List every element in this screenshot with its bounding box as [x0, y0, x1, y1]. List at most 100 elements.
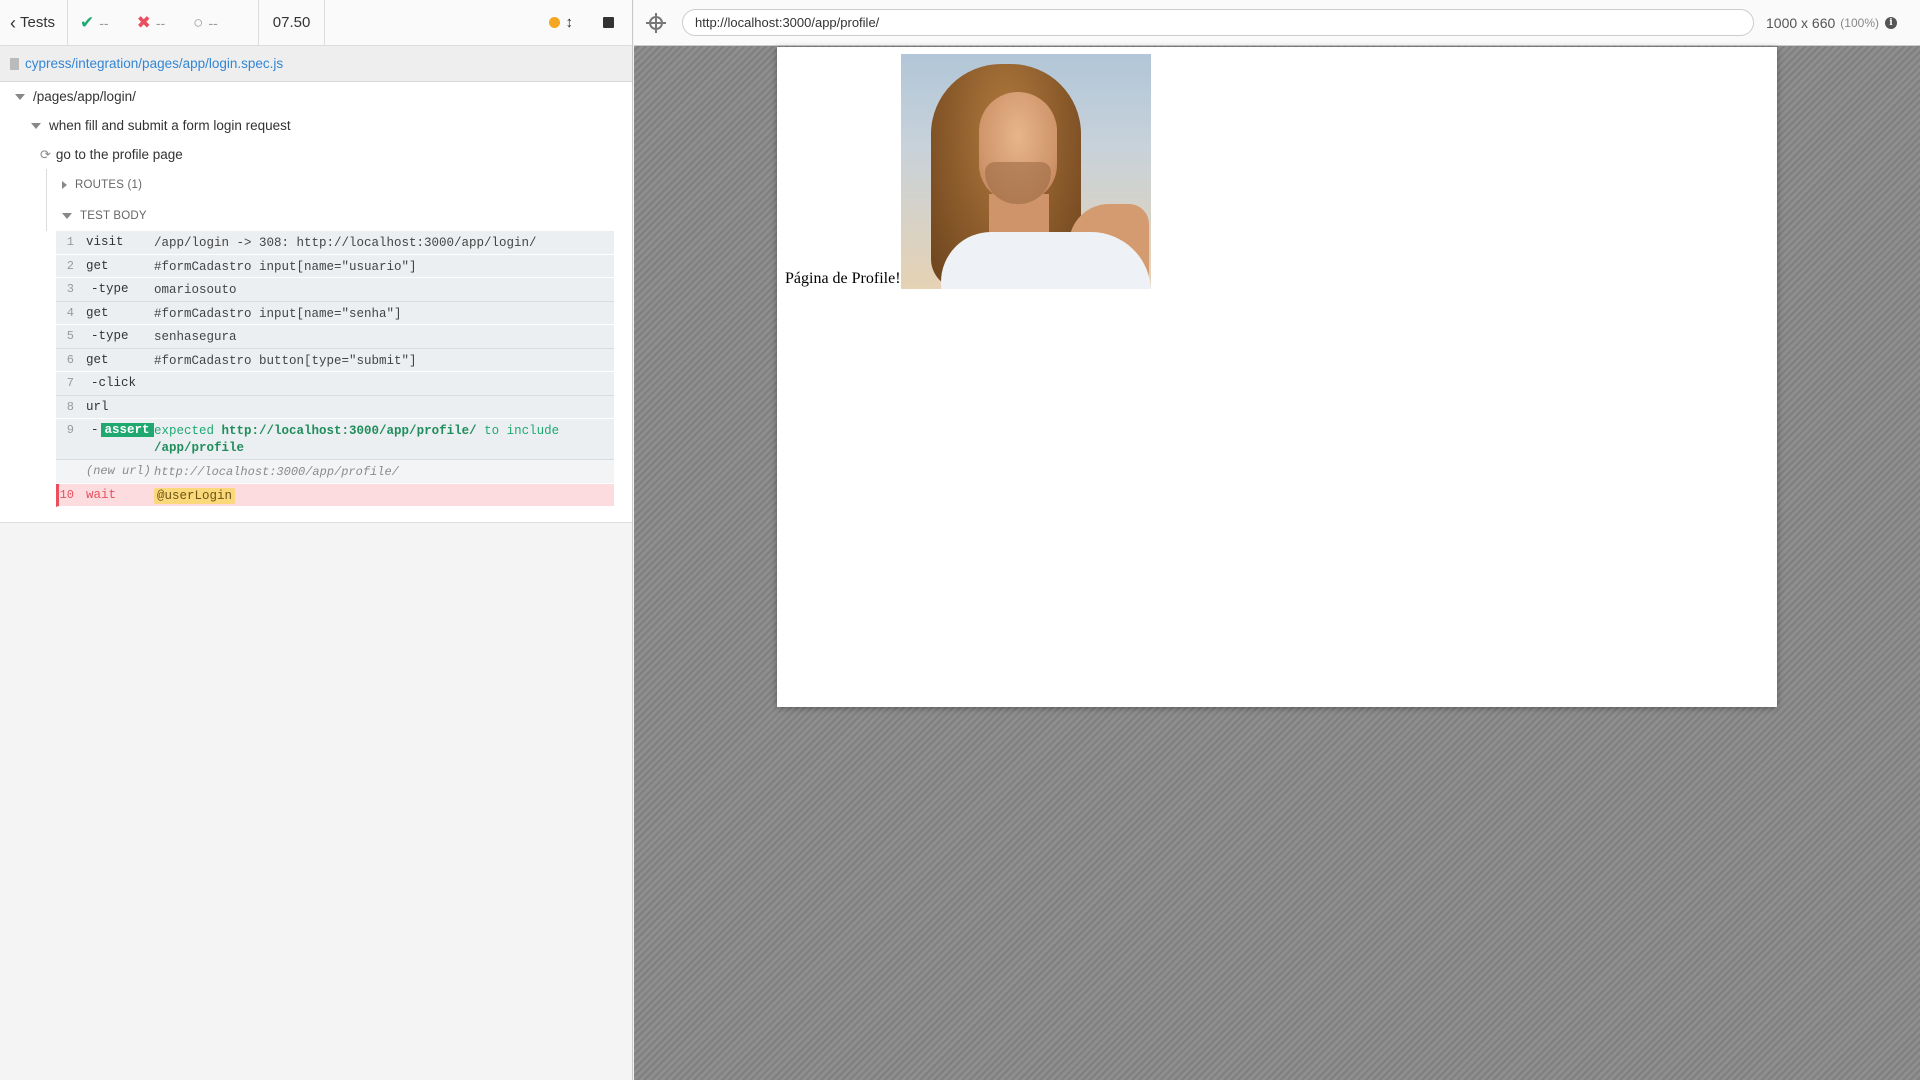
- assert-expected: expected: [154, 424, 215, 438]
- assert-expected-value: /app/profile: [154, 441, 245, 455]
- command-name: -type: [91, 282, 129, 296]
- command-name: get: [86, 258, 109, 273]
- command-message: /app/login -> 308: http://localhost:3000…: [154, 236, 537, 250]
- command-row[interactable]: 7 -click: [56, 372, 614, 396]
- profile-photo: [900, 54, 1151, 289]
- stop-icon[interactable]: [603, 17, 614, 28]
- pending-stat: ○ --: [193, 13, 218, 33]
- passed-stat: ✔ --: [80, 13, 109, 33]
- command-number: 7: [66, 376, 74, 390]
- command-number: 2: [66, 258, 74, 273]
- command-name: visit: [86, 235, 124, 249]
- command-message: omariosouto: [154, 283, 237, 297]
- test-title: go to the profile page: [55, 147, 183, 162]
- caret-down-icon: [15, 93, 25, 100]
- arrows-icon[interactable]: ↕: [566, 15, 574, 30]
- command-message: #formCadastro input[name="senha"]: [154, 306, 402, 321]
- spec-file-bar: cypress/integration/pages/app/login.spec…: [0, 46, 632, 82]
- command-row[interactable]: 1 visit /app/login -> 308: http://localh…: [56, 231, 614, 255]
- info-icon[interactable]: i: [1884, 16, 1897, 29]
- stats: ✔ -- ✖ -- ○ --: [68, 0, 258, 45]
- command-row[interactable]: 5 -type senhasegura: [56, 325, 614, 349]
- command-name: wait: [86, 487, 117, 502]
- profile-content: Página de Profile!: [785, 54, 1151, 289]
- dot-icon: [548, 17, 560, 28]
- reporter-header: ‹ Tests ✔ -- ✖ -- ○ -- 07.50 ↕: [0, 0, 632, 46]
- spec-path-link[interactable]: cypress/integration/pages/app/login.spec…: [25, 56, 283, 71]
- tests-button[interactable]: ‹ Tests: [0, 0, 69, 45]
- describe-item[interactable]: when fill and submit a form login reques…: [0, 111, 632, 140]
- command-message: senhasegura: [154, 330, 237, 344]
- assert-operator: to include: [484, 424, 560, 438]
- command-row[interactable]: 3 -type omariosouto: [56, 278, 614, 302]
- caret-down-icon: [62, 212, 72, 219]
- command-number: 3: [66, 282, 74, 296]
- command-row[interactable]: 2 get #formCadastro input[name="usuario"…: [56, 254, 614, 278]
- command-message: #formCadastro button[type="submit"]: [154, 353, 417, 368]
- command-name: get: [86, 352, 109, 367]
- test-body-toggle[interactable]: TEST BODY: [47, 200, 632, 231]
- failed-command-row[interactable]: 10 wait @userLogin: [56, 483, 614, 507]
- command-message: #formCadastro input[name="usuario"]: [154, 259, 417, 274]
- failed-count: --: [155, 14, 166, 31]
- command-number: 8: [66, 399, 74, 414]
- circle-icon: ○: [193, 12, 204, 32]
- viewport-size: 1000 x 660: [1766, 14, 1836, 31]
- describe-title: when fill and submit a form login reques…: [49, 118, 291, 133]
- command-number: 4: [66, 305, 74, 320]
- duration: 07.50: [257, 0, 326, 45]
- passed-count: --: [99, 14, 109, 31]
- selector-playground-button[interactable]: [634, 12, 678, 33]
- command-name: - assert: [76, 423, 154, 437]
- command-name: -click: [91, 376, 137, 390]
- command-number: 5: [66, 329, 74, 343]
- spinner-icon: ⟳: [40, 146, 51, 162]
- test-body-label: TEST BODY: [80, 209, 147, 222]
- failed-stat: ✖ --: [137, 13, 166, 33]
- command-row[interactable]: 6 get #formCadastro button[type="submit"…: [56, 348, 614, 372]
- command-name: -type: [91, 329, 129, 343]
- assert-actual-url: http://localhost:3000/app/profile/: [221, 424, 477, 438]
- assert-badge: assert: [100, 423, 154, 437]
- aut-panel: http://localhost:3000/app/profile/ 1000 …: [634, 0, 1920, 1080]
- test-item[interactable]: ⟳ go to the profile page: [0, 140, 632, 169]
- command-row[interactable]: 4 get #formCadastro input[name="senha"]: [56, 301, 614, 325]
- command-name: url: [86, 399, 109, 414]
- command-list: 1 visit /app/login -> 308: http://localh…: [56, 231, 614, 507]
- event-message: http://localhost:3000/app/profile/: [154, 465, 399, 479]
- suite-title: /pages/app/login/: [33, 89, 136, 104]
- reporter-panel: ‹ Tests ✔ -- ✖ -- ○ -- 07.50 ↕ cypress/i…: [0, 0, 633, 1080]
- caret-down-icon: [31, 122, 41, 129]
- url-bar: http://localhost:3000/app/profile/ 1000 …: [634, 0, 1920, 46]
- command-number: 9: [66, 423, 74, 437]
- command-row[interactable]: 8 url: [56, 395, 614, 419]
- hooks-container: ROUTES (1) TEST BODY: [46, 169, 632, 231]
- assert-message: expected http://localhost:3000/app/profi…: [154, 423, 614, 457]
- page-heading: Página de Profile!: [785, 270, 901, 287]
- suite-item[interactable]: /pages/app/login/: [0, 82, 632, 111]
- pending-count: --: [208, 14, 218, 31]
- routes-toggle[interactable]: ROUTES (1): [47, 169, 632, 200]
- event-name: (new url): [86, 464, 151, 478]
- viewport-info[interactable]: 1000 x 660 (100%) i: [1766, 15, 1897, 31]
- runnable-tree: /pages/app/login/ when fill and submit a…: [0, 82, 632, 523]
- app-iframe: Página de Profile!: [777, 47, 1777, 707]
- tests-label: Tests: [20, 14, 56, 31]
- assert-row[interactable]: 9 - assert expected http://localhost:3000…: [56, 419, 614, 460]
- command-message: @userLogin: [154, 487, 614, 505]
- x-icon: ✖: [136, 12, 151, 32]
- command-name: get: [86, 305, 109, 320]
- check-icon: ✔: [80, 12, 95, 32]
- caret-right-icon: [62, 180, 67, 189]
- chevron-left-icon: ‹: [10, 12, 16, 33]
- event-row[interactable]: (new url) http://localhost:3000/app/prof…: [56, 460, 614, 484]
- zoom-level: (100%): [1840, 15, 1879, 30]
- command-number: 6: [66, 352, 74, 367]
- command-name-prefix: -: [91, 423, 99, 437]
- crosshair-icon: [646, 12, 666, 33]
- routes-label: ROUTES (1): [75, 178, 143, 191]
- command-number: 1: [66, 235, 74, 249]
- alias-badge: @userLogin: [154, 487, 236, 504]
- file-icon: [10, 57, 19, 70]
- url-field[interactable]: http://localhost:3000/app/profile/: [682, 9, 1754, 36]
